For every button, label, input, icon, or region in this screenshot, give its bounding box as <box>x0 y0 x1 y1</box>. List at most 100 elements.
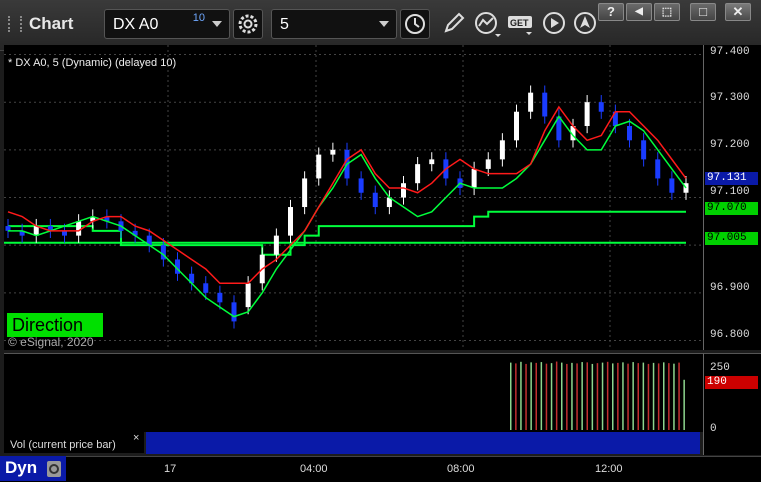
volume-bar <box>657 363 660 430</box>
last-price-tag: 97.131 <box>705 172 758 185</box>
candle-body <box>542 92 548 117</box>
window-title: Chart <box>29 14 74 33</box>
volume-bar <box>632 362 634 430</box>
volume-bar <box>642 362 645 430</box>
volume-bar <box>586 362 588 430</box>
drag-grip-icon[interactable] <box>8 16 22 32</box>
time-label: 17 <box>164 463 177 475</box>
red-trend-line <box>7 105 687 285</box>
close-button[interactable]: ✕ <box>725 3 751 21</box>
volume-bar <box>606 361 609 430</box>
time-template-button[interactable] <box>400 9 430 39</box>
candle-body <box>528 92 534 112</box>
volume-bar <box>673 363 675 430</box>
candle-body <box>641 140 647 160</box>
volume-bar <box>550 363 553 430</box>
chevron-down-icon[interactable] <box>379 21 389 27</box>
volume-bar <box>576 363 578 430</box>
settings-button[interactable] <box>233 9 263 39</box>
dynamic-mode-label: Dyn <box>5 458 38 477</box>
play-icon <box>543 12 565 34</box>
settings-icon <box>238 14 258 34</box>
volume-bar <box>627 363 629 430</box>
time-axis[interactable]: 17 04:00 08:00 12:00 <box>0 456 761 482</box>
volume-bar <box>561 362 563 430</box>
maximize-button[interactable]: □ <box>690 3 716 21</box>
volume-bar <box>596 363 599 430</box>
price-label: 97.200 <box>710 139 750 151</box>
clock-icon <box>405 14 425 34</box>
help-button[interactable]: ? <box>598 3 624 21</box>
close-icon[interactable]: × <box>133 432 139 444</box>
candle-body <box>245 283 251 308</box>
cursor-icon <box>574 12 596 34</box>
interval-select[interactable]: 5 <box>271 9 397 39</box>
volume-study-label[interactable]: Vol (current price bar) <box>4 432 144 453</box>
minimize-button[interactable]: ⬚ <box>654 3 680 21</box>
candle-body <box>231 302 237 322</box>
candle-body <box>415 164 421 184</box>
volume-scale[interactable]: 250 0 <box>703 353 761 455</box>
price-label: 97.400 <box>710 46 750 58</box>
candle-body <box>471 168 477 188</box>
candle-body <box>302 178 308 208</box>
candle-body <box>76 221 82 236</box>
candle-body <box>358 178 364 193</box>
volume-bar <box>601 362 604 430</box>
candle-body <box>499 140 505 160</box>
volume-bar <box>591 363 594 430</box>
volume-bar <box>545 363 548 430</box>
candle-body <box>514 111 519 141</box>
volume-scale-label: 250 <box>710 362 730 374</box>
lower-level-tag: 97.005 <box>705 232 758 245</box>
study-icon <box>475 12 501 37</box>
replay-button[interactable] <box>540 9 570 39</box>
candle-body <box>429 159 435 165</box>
study-bar <box>146 432 700 454</box>
price-chart-panel[interactable] <box>4 45 703 350</box>
candle-body <box>627 126 632 141</box>
time-label: 12:00 <box>595 463 623 475</box>
candle-body <box>288 207 293 236</box>
price-label: 96.800 <box>710 329 750 341</box>
upper-level-tag: 97.070 <box>705 202 758 215</box>
candle-body <box>203 283 209 293</box>
volume-bar <box>612 363 614 430</box>
pencil-icon <box>444 12 465 33</box>
volume-bar <box>515 363 517 430</box>
price-label: 96.900 <box>710 282 750 294</box>
price-scale[interactable]: 97.400 97.300 97.200 97.100 97.000 96.90… <box>703 45 761 350</box>
volume-bar <box>520 361 522 430</box>
symbol-badge: 10 <box>192 12 205 24</box>
volume-current-tag: 190 <box>705 376 758 389</box>
restore-left-button[interactable]: ◀ <box>626 3 652 21</box>
volume-bar <box>663 362 665 430</box>
candle-body <box>485 159 491 169</box>
symbol-input[interactable]: DX A0 10 <box>104 9 230 39</box>
time-label: 04:00 <box>300 463 328 475</box>
volume-bar <box>668 363 670 430</box>
copyright-text: © eSignal, 2020 <box>8 335 94 349</box>
draw-tool-button[interactable] <box>440 9 470 39</box>
symbol-value: DX A0 <box>113 16 159 33</box>
cursor-button[interactable] <box>571 9 601 39</box>
volume-bar <box>566 363 568 430</box>
dynamic-mode-button[interactable]: Dyn <box>0 456 66 481</box>
chevron-down-icon[interactable] <box>212 21 222 27</box>
volume-bar <box>581 362 583 430</box>
candle-body <box>598 102 604 112</box>
candle-body <box>273 235 279 255</box>
volume-bar <box>617 362 619 430</box>
volume-panel[interactable] <box>4 353 703 432</box>
candle-body <box>217 292 223 303</box>
study-button[interactable] <box>473 9 503 39</box>
get-data-button[interactable]: GET <box>506 9 536 39</box>
price-chart <box>4 45 703 350</box>
volume-chart <box>510 361 685 430</box>
upper-level-line <box>8 210 686 256</box>
volume-bar <box>555 361 558 430</box>
svg-text:GET: GET <box>510 18 529 28</box>
volume-bar <box>647 363 650 430</box>
volume-bar <box>571 362 573 430</box>
volume-bar <box>535 362 537 430</box>
